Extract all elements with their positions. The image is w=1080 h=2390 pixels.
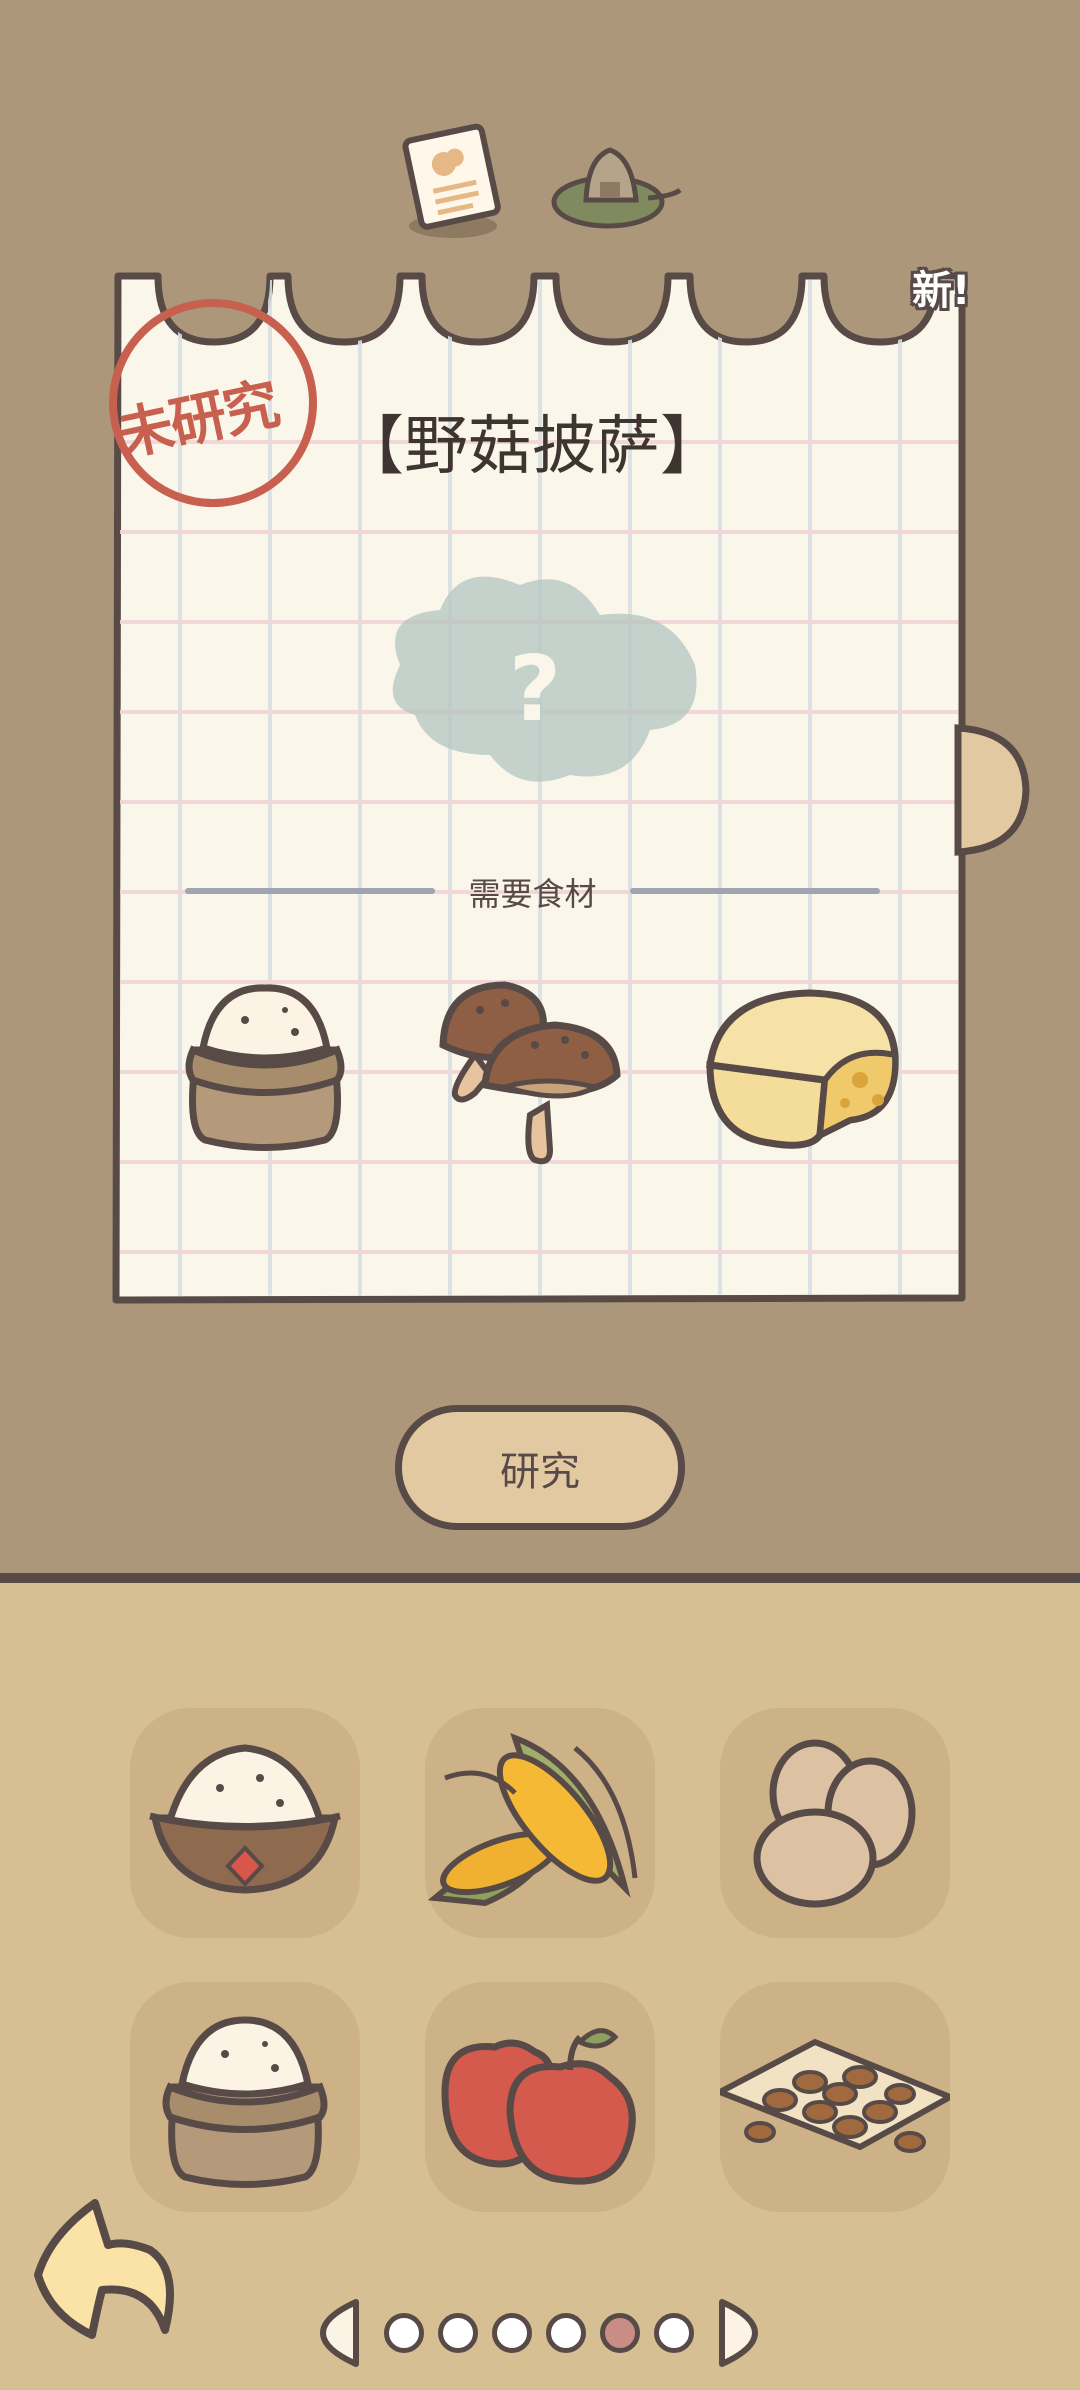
flour-bowl-icon [149,1744,341,1894]
unknown-dish-icon: ? [392,576,697,782]
eggs-icon [753,1739,916,1908]
recipe-card-icon[interactable] [395,118,515,247]
inventory-slot-apples[interactable] [425,1982,655,2212]
corn-icon [427,1732,638,1907]
page-dot-1[interactable] [384,2313,424,2353]
page-indicator [318,2295,762,2375]
inventory-slot-flour-bowl[interactable] [130,1708,360,1938]
divider [0,1573,1080,1583]
inventory-slot-corn[interactable] [425,1708,655,1938]
next-recipe-tab[interactable] [952,722,1032,857]
prev-page-arrow-icon[interactable] [318,2297,362,2369]
page-dot-4[interactable] [546,2313,586,2353]
page-dot-5-active[interactable] [600,2313,640,2353]
back-arrow-icon[interactable] [30,2195,185,2345]
mushroom-icon [439,981,621,1165]
nuts-icon [720,2038,950,2153]
page-dot-3[interactable] [492,2313,532,2353]
recipe-title: 【野菇披萨】 [340,410,724,484]
cheese-icon [706,989,899,1149]
svg-text:?: ? [509,637,561,742]
apples-icon [441,2028,636,2185]
new-badge: 新! [912,268,971,314]
research-button[interactable]: 研究 [395,1405,685,1530]
flour-sack-icon [185,984,345,1151]
page-dot-6[interactable] [654,2313,694,2353]
ingredients-label: 需要食材 [468,875,597,913]
next-page-arrow-icon[interactable] [716,2297,760,2369]
inventory-slot-flour-sack[interactable] [130,1982,360,2212]
flour-sack-icon [162,2016,328,2188]
rice-ball-icon[interactable] [548,138,688,237]
inventory-slot-nuts[interactable] [720,1982,950,2212]
inventory-slot-eggs[interactable] [720,1708,950,1938]
required-ingredients-header: 需要食材 [185,865,880,915]
page-dot-2[interactable] [438,2313,478,2353]
